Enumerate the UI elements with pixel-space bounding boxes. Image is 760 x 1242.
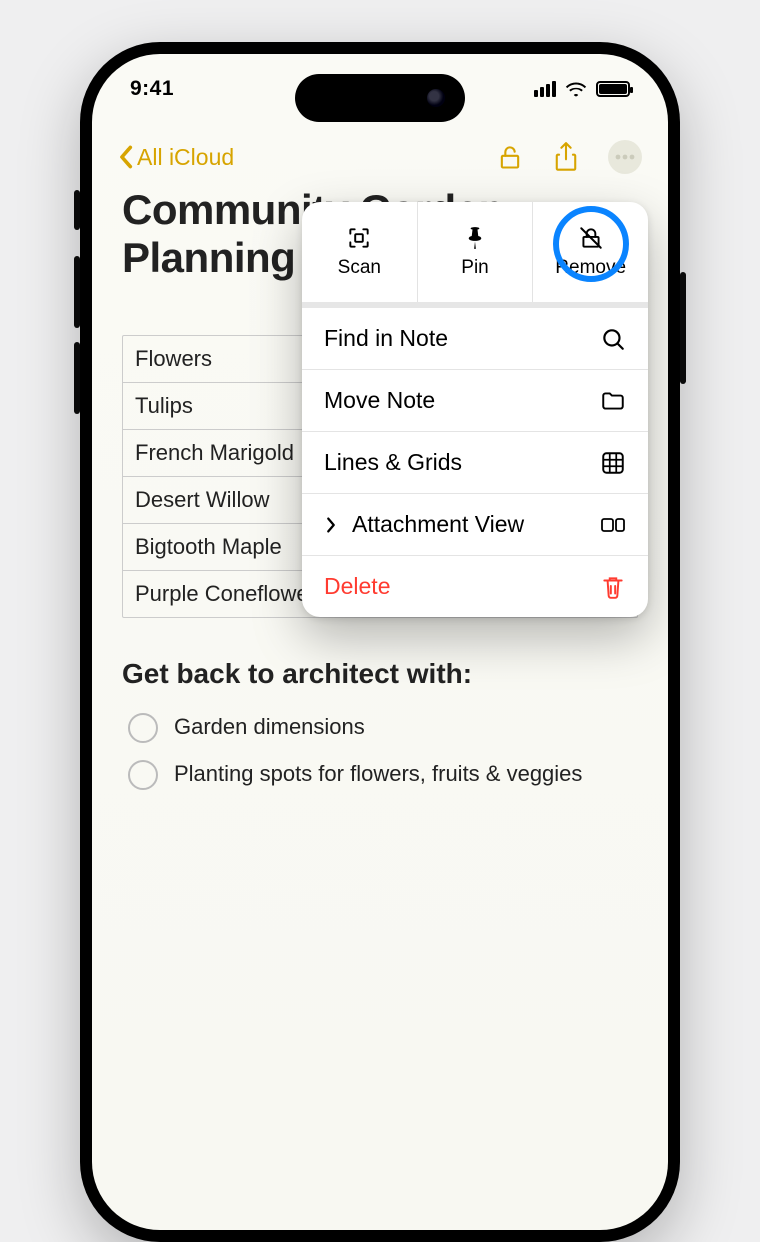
folder-icon [600, 388, 626, 414]
menu-find-in-note[interactable]: Find in Note [302, 308, 648, 369]
menu-pin-label: Pin [461, 257, 488, 279]
menu-delete[interactable]: Delete [302, 555, 648, 617]
more-button[interactable] [608, 140, 642, 174]
menu-item-label: Find in Note [324, 325, 448, 352]
wifi-icon [565, 81, 587, 97]
battery-icon [596, 81, 630, 97]
scan-icon [346, 225, 372, 251]
pin-icon [462, 225, 488, 251]
lock-button[interactable] [496, 143, 524, 171]
chevron-right-icon [322, 515, 340, 533]
nav-bar: All iCloud [92, 134, 668, 180]
front-camera [427, 89, 445, 107]
highlight-circle [553, 206, 629, 282]
menu-scan[interactable]: Scan [302, 202, 417, 302]
checklist-item[interactable]: Garden dimensions [122, 704, 638, 751]
menu-move-note[interactable]: Move Note [302, 369, 648, 431]
back-button[interactable]: All iCloud [118, 144, 234, 171]
ring-switch [74, 190, 80, 230]
search-icon [600, 326, 626, 352]
menu-lines-grids[interactable]: Lines & Grids [302, 431, 648, 493]
trash-icon [600, 574, 626, 600]
screen: 9:41 All iCloud [92, 54, 668, 1230]
checklist-item[interactable]: Planting spots for flowers, fruits & veg… [122, 751, 638, 798]
menu-item-label: Lines & Grids [324, 449, 462, 476]
checkbox-icon[interactable] [128, 713, 158, 743]
phone-frame: 9:41 All iCloud [80, 42, 680, 1242]
checklist: Garden dimensions Planting spots for flo… [122, 704, 638, 798]
chevron-left-icon [118, 145, 133, 169]
checklist-label[interactable]: Planting spots for flowers, fruits & veg… [174, 759, 582, 789]
section-heading[interactable]: Get back to architect with: [122, 658, 638, 690]
menu-pin[interactable]: Pin [417, 202, 533, 302]
ellipsis-icon [615, 154, 635, 160]
volume-down-button [74, 342, 80, 414]
share-button[interactable] [552, 142, 580, 172]
back-label: All iCloud [137, 144, 234, 171]
menu-item-label: Delete [324, 573, 390, 600]
unlock-icon [496, 143, 524, 171]
power-button [680, 272, 686, 384]
share-icon [552, 142, 580, 172]
dynamic-island [295, 74, 465, 122]
grid-icon [600, 450, 626, 476]
attachment-view-icon [600, 512, 626, 538]
more-menu: Scan Pin Remove Find in Note M [302, 202, 648, 617]
menu-item-label: Move Note [324, 387, 435, 414]
checklist-label[interactable]: Garden dimensions [174, 712, 365, 742]
checkbox-icon[interactable] [128, 760, 158, 790]
menu-attachment-view[interactable]: Attachment View [302, 493, 648, 555]
menu-remove[interactable]: Remove [532, 202, 648, 302]
volume-up-button [74, 256, 80, 328]
cellular-icon [534, 81, 556, 97]
menu-item-label: Attachment View [352, 511, 524, 538]
status-time: 9:41 [130, 77, 174, 101]
menu-scan-label: Scan [338, 257, 381, 279]
